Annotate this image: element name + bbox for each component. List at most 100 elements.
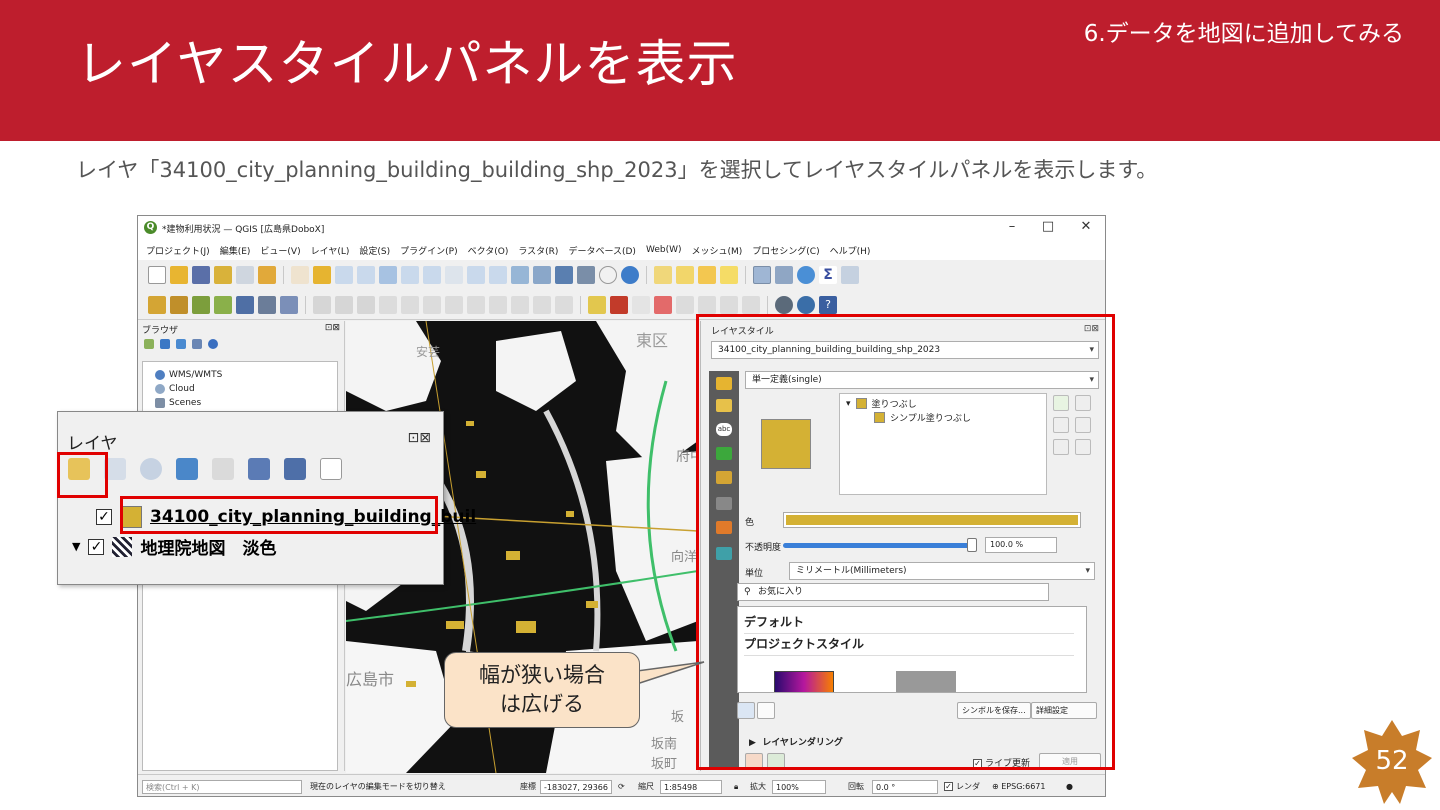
label-rotate-icon[interactable]: [698, 295, 716, 314]
data-source-manager-icon[interactable]: [148, 295, 166, 314]
add-selected-icon[interactable]: [144, 339, 154, 349]
help-icon[interactable]: ?: [819, 295, 837, 314]
identify-icon[interactable]: [753, 266, 771, 284]
label-highlight-icon[interactable]: [610, 295, 628, 314]
plugin-globe-icon[interactable]: [775, 295, 793, 314]
scale-lock-icon[interactable]: 🔒︎: [734, 780, 738, 794]
temporal-clock-icon[interactable]: [599, 266, 617, 284]
zoom-to-selection-icon[interactable]: [401, 266, 419, 284]
deselect-icon[interactable]: [698, 266, 716, 284]
locator-search-input[interactable]: 検索(Ctrl + K): [142, 780, 302, 794]
save-project-icon[interactable]: [192, 266, 210, 284]
maximize-button[interactable]: □: [1036, 219, 1060, 234]
label-show-icon[interactable]: [654, 295, 672, 314]
browser-refresh-icon[interactable]: [160, 339, 170, 349]
expand-arrow-icon[interactable]: ▼: [72, 540, 80, 553]
settings-gear-icon[interactable]: [797, 266, 815, 284]
paste-icon[interactable]: [511, 295, 529, 314]
menu-layer[interactable]: レイヤ(L): [311, 244, 350, 257]
menu-processing[interactable]: プロセシング(C): [752, 244, 819, 257]
zoom-out-icon[interactable]: [357, 266, 375, 284]
coordinate-toggle-icon[interactable]: ⟳: [618, 780, 625, 794]
add-vector-icon[interactable]: [192, 295, 210, 314]
add-mesh-icon[interactable]: [236, 295, 254, 314]
refresh-icon[interactable]: [621, 266, 639, 284]
menu-project[interactable]: プロジェクト(J): [146, 244, 210, 257]
manage-visibility-icon[interactable]: [140, 458, 162, 480]
browser-item[interactable]: WMS/WMTS: [155, 370, 222, 380]
menu-vector[interactable]: ベクタ(O): [468, 244, 509, 257]
zoom-to-layer-icon[interactable]: [423, 266, 441, 284]
label-pin-icon[interactable]: [632, 295, 650, 314]
menu-view[interactable]: ビュー(V): [260, 244, 300, 257]
expand-all-icon[interactable]: [248, 458, 270, 480]
render-checkbox[interactable]: ✓ レンダ: [944, 780, 980, 794]
coordinate-field[interactable]: -183027, 29366: [540, 780, 612, 794]
add-raster-icon[interactable]: [214, 295, 232, 314]
filter-legend-icon[interactable]: [176, 458, 198, 480]
show-bookmarks-icon[interactable]: [577, 266, 595, 284]
crs-button[interactable]: ⊕ EPSG:6671: [992, 780, 1045, 794]
magnifier-spinbox[interactable]: 100%: [772, 780, 826, 794]
statistics-sigma-icon[interactable]: Σ: [819, 266, 837, 284]
remove-layer-icon[interactable]: [320, 458, 342, 480]
delete-selected-icon[interactable]: [445, 295, 463, 314]
layers-panel-controls[interactable]: ⊡⊠: [408, 430, 431, 446]
vertex-tool-icon[interactable]: [401, 295, 419, 314]
style-manager-icon[interactable]: [258, 266, 276, 284]
undo-icon[interactable]: [533, 295, 551, 314]
zoom-native-icon[interactable]: [445, 266, 463, 284]
menu-help[interactable]: ヘルプ(H): [830, 244, 871, 257]
attribute-table-icon[interactable]: [775, 266, 793, 284]
zoom-full-icon[interactable]: [379, 266, 397, 284]
zoom-next-icon[interactable]: [489, 266, 507, 284]
add-wms-icon[interactable]: [258, 295, 276, 314]
menu-web[interactable]: Web(W): [646, 245, 682, 255]
zoom-last-icon[interactable]: [467, 266, 485, 284]
label-move-icon[interactable]: [676, 295, 694, 314]
print-layout-icon[interactable]: [236, 266, 254, 284]
copy-icon[interactable]: [489, 295, 507, 314]
add-virtual-layer-icon[interactable]: [280, 295, 298, 314]
menu-settings[interactable]: 設定(S): [359, 244, 390, 257]
zoom-in-icon[interactable]: [335, 266, 353, 284]
select-by-value-icon[interactable]: [676, 266, 694, 284]
select-location-icon[interactable]: [720, 266, 738, 284]
new-project-icon[interactable]: [148, 266, 166, 284]
modify-attributes-icon[interactable]: [423, 295, 441, 314]
open-project-icon[interactable]: [170, 266, 188, 284]
collapse-all-icon[interactable]: [284, 458, 306, 480]
info-icon[interactable]: [208, 339, 218, 349]
python-console-icon[interactable]: [797, 295, 815, 314]
messages-icon[interactable]: ●: [1066, 780, 1073, 794]
save-as-icon[interactable]: [214, 266, 232, 284]
layer-visibility-checkbox[interactable]: ✓: [96, 509, 112, 525]
new-3d-view-icon[interactable]: [533, 266, 551, 284]
measure-icon[interactable]: [841, 266, 859, 284]
toggle-editing-icon[interactable]: [335, 295, 353, 314]
browser-panel-controls[interactable]: ⊡⊠: [325, 323, 340, 333]
layer-name[interactable]: 地理院地図 淡色: [140, 534, 276, 559]
collapse-icon[interactable]: [192, 339, 202, 349]
edit-pencil-icon[interactable]: [313, 295, 331, 314]
browser-item[interactable]: Scenes: [155, 398, 201, 408]
menu-database[interactable]: データベース(D): [568, 244, 636, 257]
select-features-icon[interactable]: [654, 266, 672, 284]
close-button[interactable]: ✕: [1074, 219, 1098, 234]
cut-icon[interactable]: [467, 295, 485, 314]
label-toolbar-icon[interactable]: [588, 295, 606, 314]
menu-mesh[interactable]: メッシュ(M): [692, 244, 743, 257]
bookmark-icon[interactable]: [555, 266, 573, 284]
new-map-view-icon[interactable]: [511, 266, 529, 284]
filter-icon[interactable]: [176, 339, 186, 349]
menu-raster[interactable]: ラスタ(R): [518, 244, 558, 257]
minimize-button[interactable]: –: [1000, 219, 1024, 234]
menu-plugins[interactable]: プラグイン(P): [400, 244, 457, 257]
pan-to-selection-icon[interactable]: [313, 266, 331, 284]
digitize-icon[interactable]: [379, 295, 397, 314]
pan-icon[interactable]: [291, 266, 309, 284]
layer-row-basemap[interactable]: ▼ ✓ 地理院地図 淡色: [72, 534, 276, 559]
new-layer-icon[interactable]: [170, 295, 188, 314]
menu-edit[interactable]: 編集(E): [220, 244, 251, 257]
layer-visibility-checkbox[interactable]: ✓: [88, 538, 105, 555]
